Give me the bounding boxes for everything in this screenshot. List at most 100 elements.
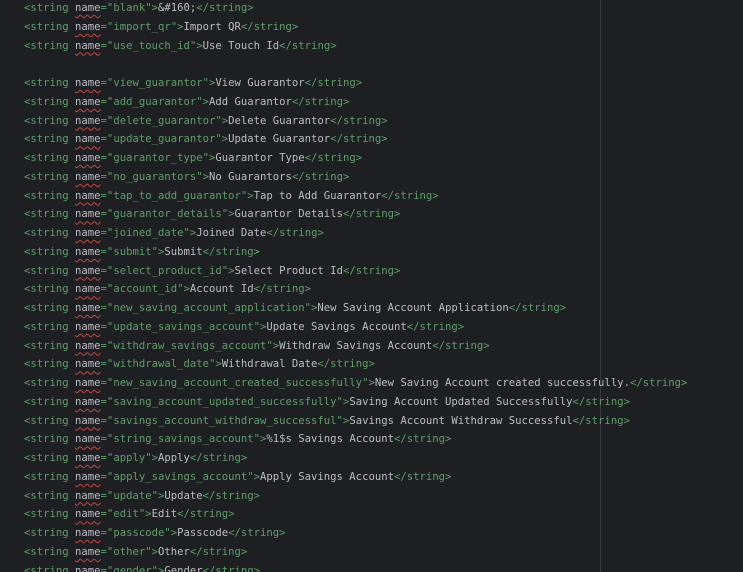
tag-open-close: "> (208, 358, 222, 371)
code-line[interactable]: <string name="string_savings_account">%1… (24, 430, 743, 449)
tag-open: <string (24, 77, 76, 89)
code-line[interactable]: <string name="delete_guarantor">Delete G… (24, 112, 743, 131)
string-text: Apply (157, 452, 190, 464)
tag-open: <string (24, 545, 76, 558)
attr-value: apply (113, 452, 146, 464)
attr-value: guarantor_details (113, 208, 222, 221)
tag-open-close: "> (177, 283, 190, 296)
attr-equals: =" (100, 245, 114, 258)
attr-equals: =" (100, 283, 114, 296)
tag-open-close: "> (221, 208, 235, 221)
string-text: Add Guarantor (209, 95, 292, 108)
tag-open: <string (24, 339, 76, 352)
tag-close: </string> (240, 20, 299, 33)
code-line[interactable]: <string name="new_saving_account_created… (24, 374, 743, 393)
tag-open: <string (24, 564, 76, 572)
code-line[interactable]: <string name="withdraw_savings_account">… (24, 337, 743, 356)
attr-equals: =" (100, 358, 114, 371)
attr-name: name (75, 452, 101, 464)
attr-name: name (75, 95, 101, 108)
tag-open-close: "> (183, 227, 197, 239)
attr-value: add_guarantor (113, 95, 197, 108)
code-line[interactable]: <string name="select_product_id">Select … (24, 262, 743, 281)
tag-open-close: "> (202, 152, 216, 164)
tag-close: </string> (342, 264, 401, 277)
tag-close: </string> (291, 95, 350, 108)
code-line[interactable]: <string name="tap_to_add_guarantor">Tap … (24, 187, 743, 206)
code-line[interactable]: <string name="account_id">Account Id</st… (24, 280, 743, 299)
code-line[interactable]: <string name="add_guarantor">Add Guarant… (24, 93, 743, 112)
code-line[interactable]: <string name="gender">Gender</string> (24, 562, 743, 572)
code-area[interactable]: <string name="blank">&#160;</string> <str… (24, 0, 743, 572)
code-line[interactable]: <string name="other">Other</string> (24, 543, 743, 562)
attr-name: name (75, 133, 101, 146)
attr-name: name (75, 227, 101, 239)
attr-equals: =" (100, 208, 114, 221)
code-line[interactable] (24, 55, 743, 74)
code-line[interactable]: <string name="passcode">Passcode</string… (24, 524, 743, 543)
tag-open-close: "> (202, 77, 216, 89)
tag-close: </string> (304, 77, 363, 89)
code-line[interactable]: <string name="update_guarantor">Update G… (24, 130, 743, 149)
code-line[interactable]: <string name="apply">Apply</string> (24, 449, 743, 468)
code-editor[interactable]: <string name="blank">&#160;</string> <str… (0, 0, 743, 572)
attr-equals: =" (100, 470, 114, 483)
code-line[interactable]: <string name="guarantor_details">Guarant… (24, 205, 743, 224)
tag-open-close: "> (138, 508, 152, 521)
attr-name: name (75, 527, 101, 539)
code-line[interactable]: <string name="submit">Submit</string> (24, 243, 743, 262)
string-text: Account Id (189, 283, 254, 296)
tag-open: <string (24, 133, 76, 146)
string-text: Tap to Add Guarantor (253, 189, 382, 202)
code-line[interactable]: <string name="edit">Edit</string> (24, 505, 743, 524)
code-line[interactable]: <string name="apply_savings_account">App… (24, 468, 743, 487)
tag-open-close: "> (215, 133, 229, 146)
code-line[interactable]: <string name="saving_account_updated_suc… (24, 393, 743, 412)
attr-equals: =" (100, 95, 114, 108)
attr-value: joined_date (113, 227, 184, 239)
attr-value: update (113, 489, 152, 502)
tag-open: <string (24, 95, 76, 108)
tag-open-close: "> (170, 20, 184, 33)
attr-equals: =" (100, 339, 114, 352)
code-line[interactable]: <string name="update">Update</string> (24, 487, 743, 506)
code-line[interactable]: <string name="no_guarantors">No Guaranto… (24, 168, 743, 187)
tag-open: <string (24, 208, 76, 221)
tag-open: <string (24, 358, 76, 371)
code-line[interactable]: <string name="guarantor_type">Guarantor … (24, 149, 743, 168)
attr-equals: =" (100, 564, 114, 572)
tag-open: <string (24, 508, 76, 521)
string-text: Gender (164, 564, 203, 572)
attr-name: name (75, 152, 101, 164)
code-line[interactable]: <string name="savings_account_withdraw_s… (24, 412, 743, 431)
attr-value: edit (113, 508, 139, 521)
code-line[interactable]: <string name="new_saving_account_applica… (24, 299, 743, 318)
code-line[interactable]: <string name="withdrawal_date">Withdrawa… (24, 355, 743, 374)
code-line[interactable]: <string name="import_qr">Import QR</stri… (24, 18, 743, 37)
tag-open: <string (24, 227, 76, 239)
tag-close: </string> (572, 414, 630, 427)
tag-close: </string> (304, 152, 363, 164)
attr-value: withdrawal_date (113, 358, 209, 371)
tag-open-close: "> (196, 170, 209, 183)
code-line[interactable]: <string name="update_savings_account">Up… (24, 318, 743, 337)
tag-close: </string> (342, 208, 401, 221)
attr-equals: =" (100, 433, 114, 446)
tag-open-close: "> (362, 377, 375, 389)
tag-close: </string> (228, 527, 286, 539)
tag-open: <string (24, 302, 76, 314)
code-line[interactable]: <string name="use_touch_id">Use Touch Id… (24, 37, 743, 56)
attr-name: name (75, 377, 101, 389)
attr-value: passcode (113, 527, 165, 539)
attr-equals: =" (100, 302, 114, 314)
tag-open-close: "> (189, 39, 203, 52)
attr-equals: =" (100, 395, 114, 408)
code-line[interactable]: <string name="view_guarantor">View Guara… (24, 74, 743, 93)
tag-open: <string (24, 189, 76, 202)
code-line[interactable]: <string name="joined_date">Joined Date</… (24, 224, 743, 243)
string-text: Update Savings Account (266, 320, 407, 333)
string-text: Update Guarantor (228, 133, 331, 146)
attr-value: blank (113, 2, 146, 14)
string-text: &#160; (157, 2, 197, 14)
code-line[interactable]: <string name="blank">&#160;</string> (24, 0, 743, 18)
